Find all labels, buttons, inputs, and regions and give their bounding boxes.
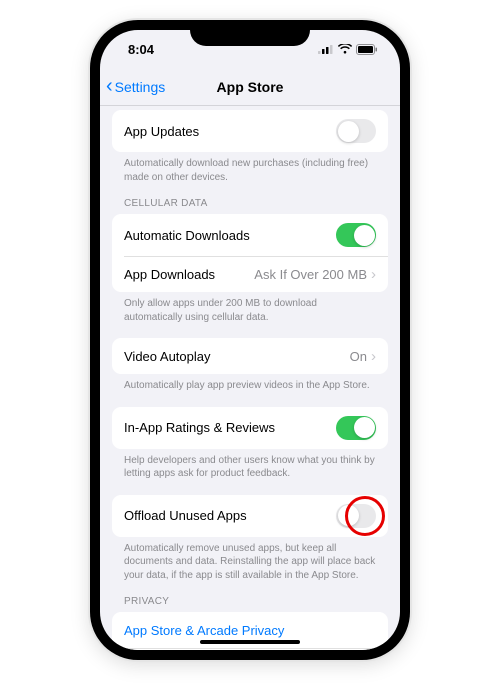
video-footer: Automatically play app preview videos in… bbox=[112, 374, 388, 393]
phone-frame: 8:04 ‹ Set bbox=[90, 20, 410, 660]
app-updates-label: App Updates bbox=[124, 124, 199, 139]
ratings-toggle[interactable] bbox=[336, 416, 376, 440]
ratings-label: In-App Ratings & Reviews bbox=[124, 420, 275, 435]
cellular-footer: Only allow apps under 200 MB to download… bbox=[112, 292, 388, 324]
page-title: App Store bbox=[217, 79, 284, 95]
ratings-footer: Help developers and other users know wha… bbox=[112, 449, 388, 481]
nav-bar: ‹ Settings App Store bbox=[100, 68, 400, 106]
chevron-right-icon: › bbox=[371, 266, 376, 283]
app-downloads-label: App Downloads bbox=[124, 267, 215, 282]
video-autoplay-label: Video Autoplay bbox=[124, 349, 211, 364]
privacy-link-personalized[interactable]: Personalized Recommendations bbox=[112, 648, 388, 650]
status-icons bbox=[318, 44, 378, 55]
cellular-icon bbox=[318, 44, 334, 54]
automatic-downloads-row: Automatic Downloads bbox=[112, 214, 388, 256]
offload-label: Offload Unused Apps bbox=[124, 508, 247, 523]
app-downloads-row[interactable]: App Downloads Ask If Over 200 MB › bbox=[112, 256, 388, 292]
privacy-header: PRIVACY bbox=[112, 582, 388, 612]
chevron-right-icon: › bbox=[371, 348, 376, 365]
back-label: Settings bbox=[115, 79, 166, 95]
automatic-downloads-toggle[interactable] bbox=[336, 223, 376, 247]
chevron-left-icon: ‹ bbox=[106, 75, 113, 98]
content[interactable]: App Updates Automatically download new p… bbox=[100, 106, 400, 650]
screen: 8:04 ‹ Set bbox=[100, 30, 400, 650]
cellular-header: CELLULAR DATA bbox=[112, 184, 388, 214]
offload-footer: Automatically remove unused apps, but ke… bbox=[112, 537, 388, 583]
status-time: 8:04 bbox=[128, 42, 154, 57]
automatic-downloads-label: Automatic Downloads bbox=[124, 228, 250, 243]
back-button[interactable]: ‹ Settings bbox=[100, 75, 165, 98]
app-downloads-value: Ask If Over 200 MB bbox=[254, 267, 367, 282]
video-autoplay-value: On bbox=[350, 349, 367, 364]
video-autoplay-row[interactable]: Video Autoplay On › bbox=[112, 338, 388, 374]
home-indicator[interactable] bbox=[200, 640, 300, 644]
privacy-link-appstore-label: App Store & Arcade Privacy bbox=[124, 623, 284, 638]
app-updates-row: App Updates bbox=[112, 110, 388, 152]
offload-row: Offload Unused Apps bbox=[112, 495, 388, 537]
notch bbox=[190, 20, 310, 46]
offload-toggle[interactable] bbox=[336, 504, 376, 528]
ratings-row: In-App Ratings & Reviews bbox=[112, 407, 388, 449]
wifi-icon bbox=[338, 44, 352, 54]
battery-icon bbox=[356, 44, 378, 55]
app-updates-footer: Automatically download new purchases (in… bbox=[112, 152, 388, 184]
app-updates-toggle[interactable] bbox=[336, 119, 376, 143]
